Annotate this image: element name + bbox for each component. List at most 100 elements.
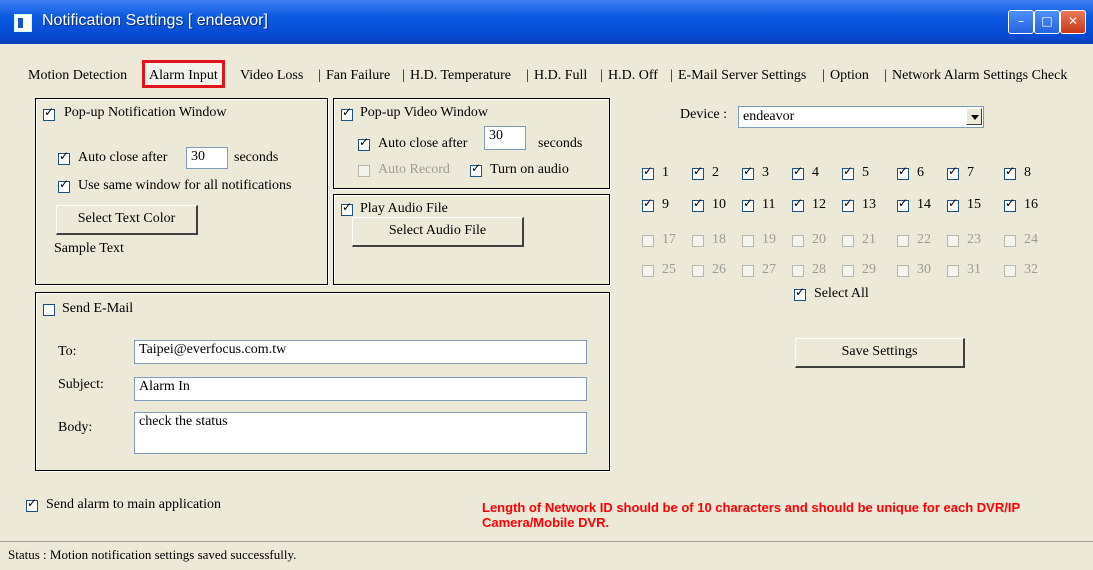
channel-1-checkbox[interactable] xyxy=(642,164,654,180)
popup-notification-group: Pop-up Notification Window Auto close af… xyxy=(35,98,328,285)
to-label: To: xyxy=(58,344,77,359)
channel-7-checkbox[interactable] xyxy=(947,164,959,180)
popup-video-label: Pop-up Video Window xyxy=(360,105,488,120)
send-alarm-label: Send alarm to main application xyxy=(46,497,221,512)
auto-close-label: Auto close after xyxy=(78,150,168,165)
channel-6-checkbox[interactable] xyxy=(897,164,909,180)
auto-close-seconds-input[interactable]: 30 xyxy=(186,147,228,169)
same-window-checkbox[interactable] xyxy=(58,177,70,193)
tab-email-server-settings[interactable]: E-Mail Server Settings xyxy=(670,64,806,87)
device-select[interactable]: endeavor xyxy=(738,106,984,128)
channel-9-checkbox[interactable] xyxy=(642,196,654,212)
tab-hd-temperature[interactable]: H.D. Temperature xyxy=(402,64,511,87)
video-auto-close-checkbox[interactable] xyxy=(358,135,370,151)
channel-10-checkbox[interactable] xyxy=(692,196,704,212)
channel-13-checkbox[interactable] xyxy=(842,196,854,212)
chevron-down-icon[interactable] xyxy=(966,108,982,125)
select-text-color-button[interactable]: Select Text Color xyxy=(56,205,198,235)
channel-5-checkbox[interactable] xyxy=(842,164,854,180)
channel-29-checkbox[interactable] xyxy=(842,265,854,277)
channel-2-checkbox[interactable] xyxy=(692,164,704,180)
send-email-checkbox[interactable] xyxy=(43,304,55,316)
channel-16-checkbox[interactable] xyxy=(1004,196,1016,212)
tab-network-alarm-settings-check[interactable]: Network Alarm Settings Check xyxy=(884,64,1067,87)
send-alarm-checkbox[interactable] xyxy=(26,496,38,512)
save-settings-button[interactable]: Save Settings xyxy=(795,338,965,368)
body-label: Body: xyxy=(58,420,93,435)
channel-23-checkbox[interactable] xyxy=(947,235,959,247)
auto-record-checkbox[interactable] xyxy=(358,165,370,177)
title-bar: Notification Settings [ endeavor] – □ ✕ xyxy=(0,0,1093,44)
channel-17-checkbox[interactable] xyxy=(642,235,654,247)
channel-22-label: 22 xyxy=(917,232,931,247)
channel-8-label: 8 xyxy=(1024,165,1031,180)
channel-18-checkbox[interactable] xyxy=(692,235,704,247)
channel-3-checkbox[interactable] xyxy=(742,164,754,180)
subject-field[interactable]: Alarm In xyxy=(134,377,587,401)
channel-32-checkbox[interactable] xyxy=(1004,265,1016,277)
tab-motion-detection[interactable]: Motion Detection xyxy=(28,64,127,87)
channel-25-checkbox[interactable] xyxy=(642,265,654,277)
channel-12-checkbox[interactable] xyxy=(792,196,804,212)
channel-26-checkbox[interactable] xyxy=(692,265,704,277)
tab-hd-off[interactable]: H.D. Off xyxy=(600,64,658,87)
channel-31-label: 31 xyxy=(967,262,981,277)
tab-fan-failure[interactable]: Fan Failure xyxy=(318,64,390,87)
channel-1-label: 1 xyxy=(662,165,669,180)
seconds-label: seconds xyxy=(234,150,279,165)
audio-group: Play Audio File Select Audio File xyxy=(333,194,610,285)
popup-notification-checkbox[interactable] xyxy=(43,105,55,121)
turn-on-audio-label: Turn on audio xyxy=(490,162,569,177)
select-all-checkbox[interactable] xyxy=(794,285,806,301)
tab-alarm-input[interactable]: Alarm Input xyxy=(142,60,225,88)
channel-15-label: 15 xyxy=(967,197,981,212)
minimize-button[interactable]: – xyxy=(1008,10,1034,34)
channel-24-checkbox[interactable] xyxy=(1004,235,1016,247)
video-seconds-label: seconds xyxy=(538,136,583,151)
channel-18-label: 18 xyxy=(712,232,726,247)
channel-30-checkbox[interactable] xyxy=(897,265,909,277)
channel-21-checkbox[interactable] xyxy=(842,235,854,247)
channel-8-checkbox[interactable] xyxy=(1004,164,1016,180)
popup-video-checkbox[interactable] xyxy=(341,105,353,121)
close-button[interactable]: ✕ xyxy=(1060,10,1086,34)
channel-15-checkbox[interactable] xyxy=(947,196,959,212)
video-auto-close-seconds-input[interactable]: 30 xyxy=(484,126,526,150)
popup-video-group: Pop-up Video Window Auto close after 30 … xyxy=(333,98,610,189)
channel-13-label: 13 xyxy=(862,197,876,212)
turn-on-audio-checkbox[interactable] xyxy=(470,161,482,177)
channel-27-checkbox[interactable] xyxy=(742,265,754,277)
channel-4-checkbox[interactable] xyxy=(792,164,804,180)
channel-32-label: 32 xyxy=(1024,262,1038,277)
channel-25-label: 25 xyxy=(662,262,676,277)
channel-19-checkbox[interactable] xyxy=(742,235,754,247)
maximize-button[interactable]: □ xyxy=(1034,10,1060,34)
channel-17-label: 17 xyxy=(662,232,676,247)
channel-2-label: 2 xyxy=(712,165,719,180)
channel-22-checkbox[interactable] xyxy=(897,235,909,247)
tab-hd-full[interactable]: H.D. Full xyxy=(526,64,587,87)
play-audio-label: Play Audio File xyxy=(360,201,448,216)
channel-14-checkbox[interactable] xyxy=(897,196,909,212)
tab-option[interactable]: Option xyxy=(822,64,869,87)
tab-video-loss[interactable]: Video Loss xyxy=(240,64,303,87)
select-audio-file-button[interactable]: Select Audio File xyxy=(352,217,524,247)
channel-29-label: 29 xyxy=(862,262,876,277)
channel-12-label: 12 xyxy=(812,197,826,212)
network-id-notice: Length of Network ID should be of 10 cha… xyxy=(482,500,1020,530)
channel-31-checkbox[interactable] xyxy=(947,265,959,277)
channel-6-label: 6 xyxy=(917,165,924,180)
channel-11-checkbox[interactable] xyxy=(742,196,754,212)
video-auto-close-label: Auto close after xyxy=(378,136,468,151)
channel-28-checkbox[interactable] xyxy=(792,265,804,277)
channel-28-label: 28 xyxy=(812,262,826,277)
auto-close-checkbox[interactable] xyxy=(58,149,70,165)
channel-5-label: 5 xyxy=(862,165,869,180)
to-field[interactable]: Taipei@everfocus.com.tw xyxy=(134,340,587,364)
play-audio-checkbox[interactable] xyxy=(341,200,353,216)
device-selected-value: endeavor xyxy=(743,109,795,124)
channel-19-label: 19 xyxy=(762,232,776,247)
channel-26-label: 26 xyxy=(712,262,726,277)
channel-20-checkbox[interactable] xyxy=(792,235,804,247)
body-field[interactable]: check the status xyxy=(134,412,587,454)
